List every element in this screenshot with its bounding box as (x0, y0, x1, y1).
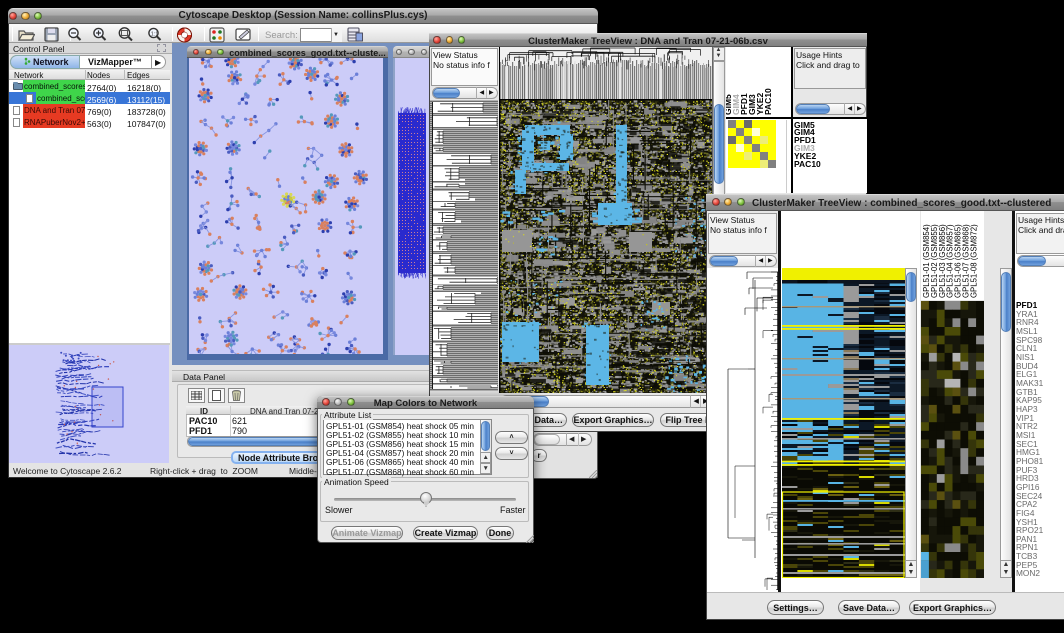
svg-text:PAC10: PAC10 (763, 88, 773, 115)
